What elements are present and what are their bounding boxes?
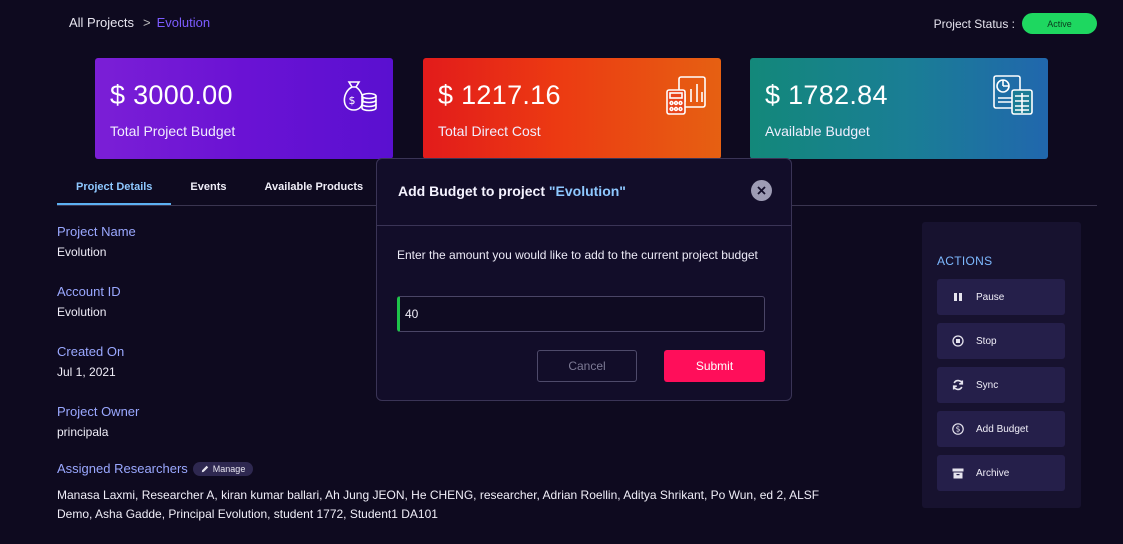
- modal-title-prefix: Add Budget to project: [398, 183, 549, 199]
- project-owner-field: Project Owner principala: [57, 404, 139, 439]
- svg-text:$: $: [349, 94, 356, 107]
- available-budget-card: $ 1782.84 Available Budget: [750, 58, 1048, 159]
- modal-title-project: "Evolution": [548, 183, 626, 199]
- actions-title: ACTIONS: [937, 254, 993, 268]
- actions-panel: ACTIONS Pause Stop Sync $ Add Budget Arc…: [922, 222, 1081, 508]
- assigned-researchers-header: Assigned Researchers Manage: [57, 461, 254, 476]
- project-name-value: Evolution: [57, 245, 107, 259]
- account-id-field: Account ID Evolution: [57, 284, 121, 319]
- stop-button[interactable]: Stop: [937, 323, 1065, 359]
- budget-report-icon: [993, 75, 1033, 115]
- manage-researchers-button[interactable]: Manage: [192, 461, 254, 476]
- pause-button[interactable]: Pause: [937, 279, 1065, 315]
- tab-bar: Project Details Events Available Product…: [57, 178, 382, 206]
- cancel-button[interactable]: Cancel: [537, 350, 637, 382]
- pause-icon: [951, 290, 965, 304]
- project-name-field: Project Name Evolution: [57, 224, 136, 259]
- project-status-label: Project Status :: [933, 16, 1015, 31]
- archive-label: Archive: [976, 467, 1010, 479]
- close-icon: [757, 186, 766, 195]
- close-modal-button[interactable]: [751, 180, 772, 201]
- project-status: Project Status : Active: [934, 13, 1097, 34]
- account-id-label: Account ID: [57, 284, 121, 299]
- archive-button[interactable]: Archive: [937, 455, 1065, 491]
- breadcrumb-all-projects[interactable]: All Projects: [69, 15, 134, 30]
- total-direct-cost-card: $ 1217.16 Total Direct Cost: [423, 58, 721, 159]
- total-direct-cost-label: Total Direct Cost: [438, 123, 541, 139]
- add-budget-label: Add Budget: [976, 423, 1029, 435]
- sync-button[interactable]: Sync: [937, 367, 1065, 403]
- tab-available-products[interactable]: Available Products: [246, 178, 383, 206]
- modal-header: Add Budget to project "Evolution": [377, 159, 791, 226]
- created-on-field: Created On Jul 1, 2021: [57, 344, 124, 379]
- breadcrumb-current[interactable]: Evolution: [157, 15, 210, 30]
- submit-button[interactable]: Submit: [664, 350, 765, 382]
- dollar-coin-icon: $: [951, 422, 965, 436]
- svg-text:$: $: [956, 425, 961, 434]
- researchers-list: Manasa Laxmi, Researcher A, kiran kumar …: [57, 488, 820, 521]
- add-budget-button[interactable]: $ Add Budget: [937, 411, 1065, 447]
- tab-events[interactable]: Events: [171, 178, 245, 206]
- add-budget-modal: Add Budget to project "Evolution" Enter …: [376, 158, 792, 401]
- total-project-budget-card: $ 3000.00 Total Project Budget $: [95, 58, 393, 159]
- project-name-label: Project Name: [57, 224, 136, 239]
- breadcrumb-separator: >: [143, 15, 151, 30]
- budget-amount-input[interactable]: [397, 296, 765, 332]
- stop-icon: [951, 334, 965, 348]
- assigned-researchers-label: Assigned Researchers: [57, 461, 188, 476]
- money-bag-coins-icon: $: [343, 81, 377, 112]
- pencil-icon: [201, 465, 208, 472]
- sync-icon: [951, 378, 965, 392]
- available-budget-label: Available Budget: [765, 123, 870, 139]
- created-on-label: Created On: [57, 344, 125, 359]
- project-owner-value: principala: [57, 425, 109, 439]
- created-on-value: Jul 1, 2021: [57, 365, 116, 379]
- calculator-chart-icon: [666, 76, 706, 115]
- modal-title: Add Budget to project "Evolution": [398, 183, 626, 199]
- modal-message: Enter the amount you would like to add t…: [397, 248, 758, 262]
- pause-label: Pause: [976, 291, 1005, 303]
- tab-project-details[interactable]: Project Details: [57, 178, 172, 206]
- sync-label: Sync: [976, 379, 999, 391]
- total-project-budget-label: Total Project Budget: [110, 123, 236, 139]
- breadcrumb: All Projects > Evolution: [69, 15, 210, 30]
- archive-icon: [951, 466, 965, 480]
- stop-label: Stop: [976, 335, 997, 347]
- status-badge: Active: [1022, 13, 1097, 34]
- manage-label: Manage: [212, 463, 246, 474]
- project-owner-label: Project Owner: [57, 404, 140, 419]
- account-id-value: Evolution: [57, 305, 107, 319]
